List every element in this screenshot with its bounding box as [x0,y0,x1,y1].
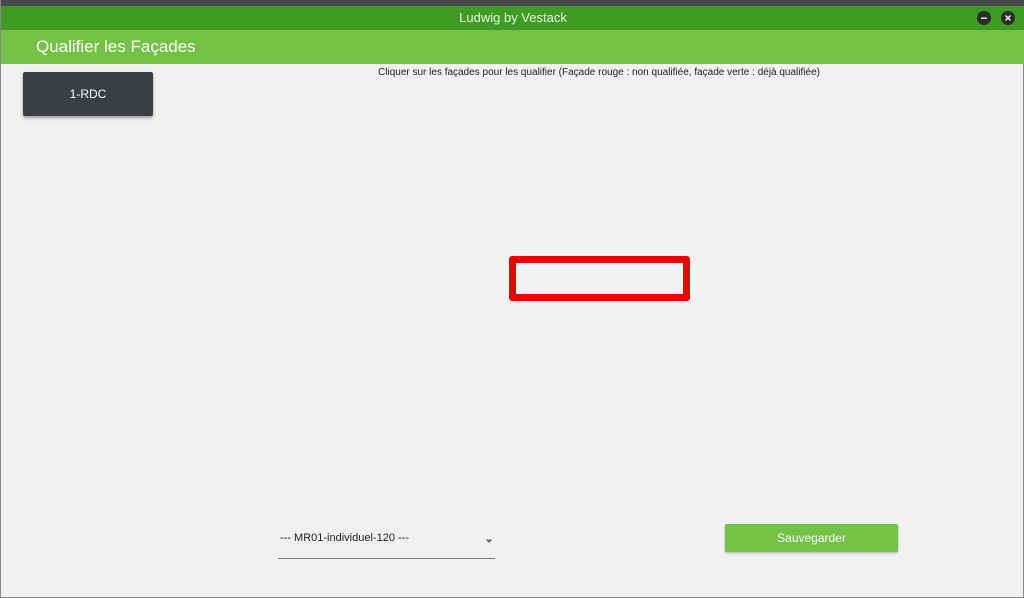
app-header: Qualifier les Façades [1,30,1024,64]
window-controls [977,11,1015,25]
window-title: Ludwig by Vestack [459,10,567,25]
floor-button-1-rdc[interactable]: 1-RDC [23,72,153,116]
model-select[interactable]: --- MR01-individuel-120 --- [278,527,495,559]
page-title: Qualifier les Façades [36,37,196,56]
app-window: Ludwig by Vestack Qualifier les Façades … [0,0,1024,598]
save-button[interactable]: Sauvegarder [725,524,898,552]
facade-unqualified[interactable] [509,256,690,301]
instruction-text: Cliquer sur les façades pour les qualifi… [378,67,820,78]
model-select-value: --- MR01-individuel-120 --- [280,532,409,544]
window-titlebar: Ludwig by Vestack [1,6,1024,30]
minimize-icon[interactable] [977,11,991,25]
close-icon[interactable] [1001,11,1015,25]
dropdown-arrow-icon [483,534,495,552]
